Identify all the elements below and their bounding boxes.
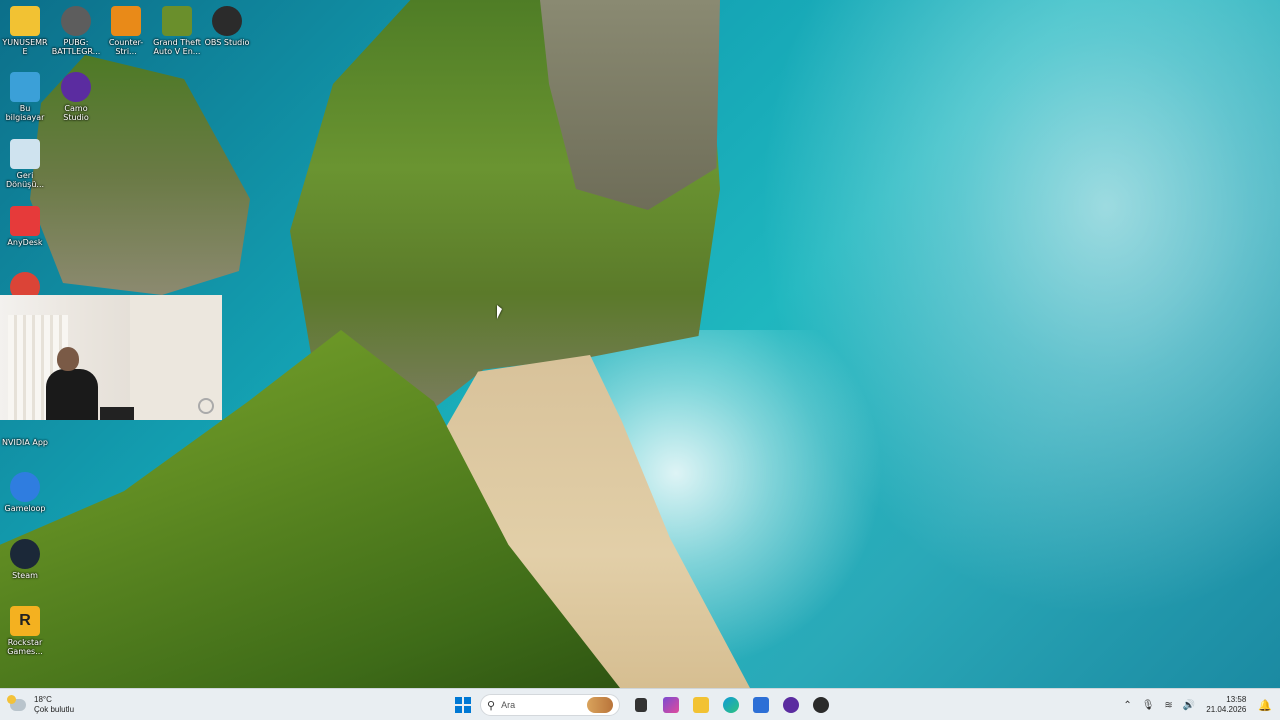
file-explorer-icon bbox=[693, 697, 709, 713]
desktop-icon-gameloop[interactable]: Gameloop bbox=[0, 472, 50, 513]
this-pc-icon bbox=[10, 72, 40, 102]
start-button[interactable] bbox=[452, 694, 474, 716]
clock-time: 13:58 bbox=[1226, 695, 1247, 704]
microsoft-store-icon bbox=[753, 697, 769, 713]
search-highlight-icon bbox=[587, 697, 613, 713]
taskbar-app-obs-studio[interactable] bbox=[809, 693, 833, 717]
task-view-icon bbox=[635, 698, 647, 712]
microphone-icon[interactable]: 🎙 bbox=[1142, 700, 1155, 711]
partly-cloudy-icon bbox=[7, 695, 26, 711]
counter-strike-icon bbox=[111, 6, 141, 36]
chevron-up-icon[interactable]: ⌃ bbox=[1123, 700, 1131, 711]
desktop: YUNUSEMRE PUBG: BATTLEGR... Counter-Stri… bbox=[0, 0, 1280, 688]
desktop-icon-obs-studio[interactable]: OBS Studio bbox=[202, 6, 252, 47]
desktop-icon-this-pc[interactable]: Bu bilgisayar bbox=[0, 72, 50, 122]
rockstar-games-icon: R bbox=[10, 606, 40, 636]
webcam-logo-icon bbox=[198, 398, 214, 414]
search-icon: ⚲ bbox=[487, 699, 496, 712]
weather-widget[interactable]: 18°C Çok bulutlu bbox=[7, 693, 75, 717]
webcam-preview[interactable] bbox=[0, 295, 222, 420]
taskbar-search[interactable]: ⚲ Ara bbox=[480, 694, 620, 716]
volume-icon[interactable]: 🔊 bbox=[1183, 700, 1195, 711]
taskbar-app-browser[interactable] bbox=[659, 693, 683, 717]
desktop-icon-pubg[interactable]: PUBG: BATTLEGR... bbox=[51, 6, 101, 56]
obs-icon bbox=[212, 6, 242, 36]
webcam-chair bbox=[100, 407, 134, 420]
camo-studio-icon bbox=[61, 72, 91, 102]
desktop-icon-rockstar-games[interactable]: R Rockstar Games... bbox=[0, 606, 50, 656]
desktop-icon-camo-studio[interactable]: Camo Studio bbox=[51, 72, 101, 122]
notification-bell-icon[interactable]: 🔔 bbox=[1258, 699, 1272, 712]
webcam-person-head bbox=[57, 347, 79, 371]
desktop-icon-steam[interactable]: Steam bbox=[0, 539, 50, 580]
desktop-icon-anydesk[interactable]: AnyDesk bbox=[0, 206, 50, 247]
taskbar-app-camo-studio[interactable] bbox=[779, 693, 803, 717]
taskbar: 18°C Çok bulutlu ⚲ Ara ⌃ 🎙 ≋ 🔊 13:58 21.… bbox=[0, 688, 1280, 720]
clock[interactable]: 13:58 21.04.2026 bbox=[1206, 695, 1246, 715]
recycle-bin-icon bbox=[10, 139, 40, 169]
taskbar-app-file-explorer[interactable] bbox=[689, 693, 713, 717]
windows-logo-icon bbox=[455, 697, 462, 704]
pubg-icon bbox=[61, 6, 91, 36]
edge-icon bbox=[723, 697, 739, 713]
anydesk-icon bbox=[10, 206, 40, 236]
webcam-person bbox=[46, 369, 98, 420]
weather-temperature: 18°C bbox=[34, 695, 52, 704]
gameloop-icon bbox=[10, 472, 40, 502]
camo-studio-icon bbox=[783, 697, 799, 713]
taskbar-app-edge[interactable] bbox=[719, 693, 743, 717]
desktop-icon-counter-strike[interactable]: Counter-Stri... bbox=[101, 6, 151, 56]
folder-icon bbox=[10, 6, 40, 36]
clock-date: 21.04.2026 bbox=[1206, 705, 1247, 714]
search-placeholder: Ara bbox=[501, 700, 516, 710]
desktop-icon-recycle-bin[interactable]: Geri Dönüşü... bbox=[0, 139, 50, 189]
desktop-icon-yunusemre[interactable]: YUNUSEMRE bbox=[0, 6, 50, 56]
wifi-icon[interactable]: ≋ bbox=[1164, 700, 1172, 711]
obs-icon bbox=[813, 697, 829, 713]
system-tray: ⌃ 🎙 ≋ 🔊 13:58 21.04.2026 🔔 bbox=[1118, 689, 1272, 721]
desktop-icon-nvidia-app[interactable]: NVIDIA App bbox=[0, 420, 50, 447]
taskbar-center: ⚲ Ara bbox=[452, 692, 836, 718]
taskbar-app-microsoft-store[interactable] bbox=[749, 693, 773, 717]
task-view-button[interactable] bbox=[629, 693, 653, 717]
weather-description: Çok bulutlu bbox=[34, 705, 75, 714]
steam-icon bbox=[10, 539, 40, 569]
mouse-cursor-icon bbox=[497, 305, 502, 319]
browser-app-icon bbox=[663, 697, 679, 713]
gta-v-icon bbox=[162, 6, 192, 36]
desktop-icon-gta-v[interactable]: Grand Theft Auto V En... bbox=[152, 6, 202, 56]
